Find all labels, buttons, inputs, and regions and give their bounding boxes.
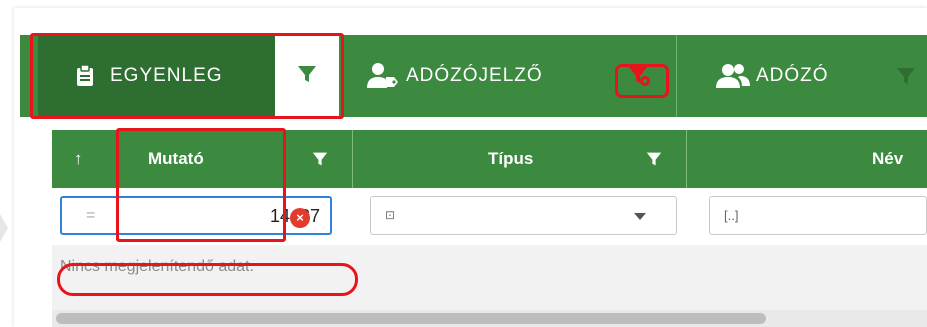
column-separator <box>352 130 353 188</box>
tab-egyenleg[interactable]: EGYENLEG <box>38 35 293 117</box>
clipboard-icon <box>68 59 102 93</box>
scrollbar-thumb[interactable] <box>56 313 766 324</box>
adozo-filter-button[interactable] <box>896 63 926 93</box>
tab-separator <box>676 35 677 117</box>
column-separator <box>118 130 119 188</box>
egyenleg-filter-button[interactable] <box>275 35 339 117</box>
tab-separator <box>342 35 343 117</box>
tab-egyenleg-label: EGYENLEG <box>110 65 223 86</box>
panel-edge-handle <box>0 214 8 242</box>
funnel-icon <box>646 152 662 166</box>
tab-bar: EGYENLEG ADÓZÓJELZŐ ADÓZÓ <box>20 35 927 117</box>
users-icon <box>716 59 750 93</box>
nev-filter-input[interactable]: [..] <box>709 196 927 235</box>
funnel-icon <box>312 152 328 166</box>
tab-adozo-label: ADÓZÓ <box>756 65 829 86</box>
adozojelzo-filter-button[interactable] <box>620 63 660 93</box>
funnel-icon <box>896 66 916 91</box>
chevron-down-icon <box>634 213 646 220</box>
horizontal-scrollbar[interactable] <box>52 310 927 327</box>
sort-up-icon[interactable]: ↑ <box>74 130 83 188</box>
column-header-tipus[interactable]: Típus <box>488 130 533 188</box>
mutato-column-filter[interactable] <box>312 130 328 188</box>
tab-adozojelzo-label: ADÓZÓJELZŐ <box>406 65 543 86</box>
column-separator <box>686 130 687 188</box>
filter-row: = 14437 × ⊡ [..] <box>52 188 927 245</box>
select-type-icon: ⊡ <box>385 208 396 222</box>
tipus-column-filter[interactable] <box>646 130 662 188</box>
data-grid: ↑ Mutató Típus Név = 14437 × ⊡ [..] Ninc… <box>52 130 927 327</box>
funnel-gear-icon <box>628 65 652 92</box>
no-data-message: Nincs megjelenítendő adat. <box>60 258 254 275</box>
text-filter-icon: [..] <box>724 208 739 223</box>
funnel-icon <box>297 64 317 89</box>
clear-icon[interactable]: × <box>290 208 310 228</box>
column-header-mutato[interactable]: Mutató <box>148 130 204 188</box>
filter-operator[interactable]: = <box>86 207 95 225</box>
user-tag-icon <box>366 59 400 93</box>
column-header-nev[interactable]: Név <box>872 130 903 188</box>
tipus-filter-select[interactable]: ⊡ <box>370 196 677 235</box>
grid-header: ↑ Mutató Típus Név <box>52 130 927 188</box>
